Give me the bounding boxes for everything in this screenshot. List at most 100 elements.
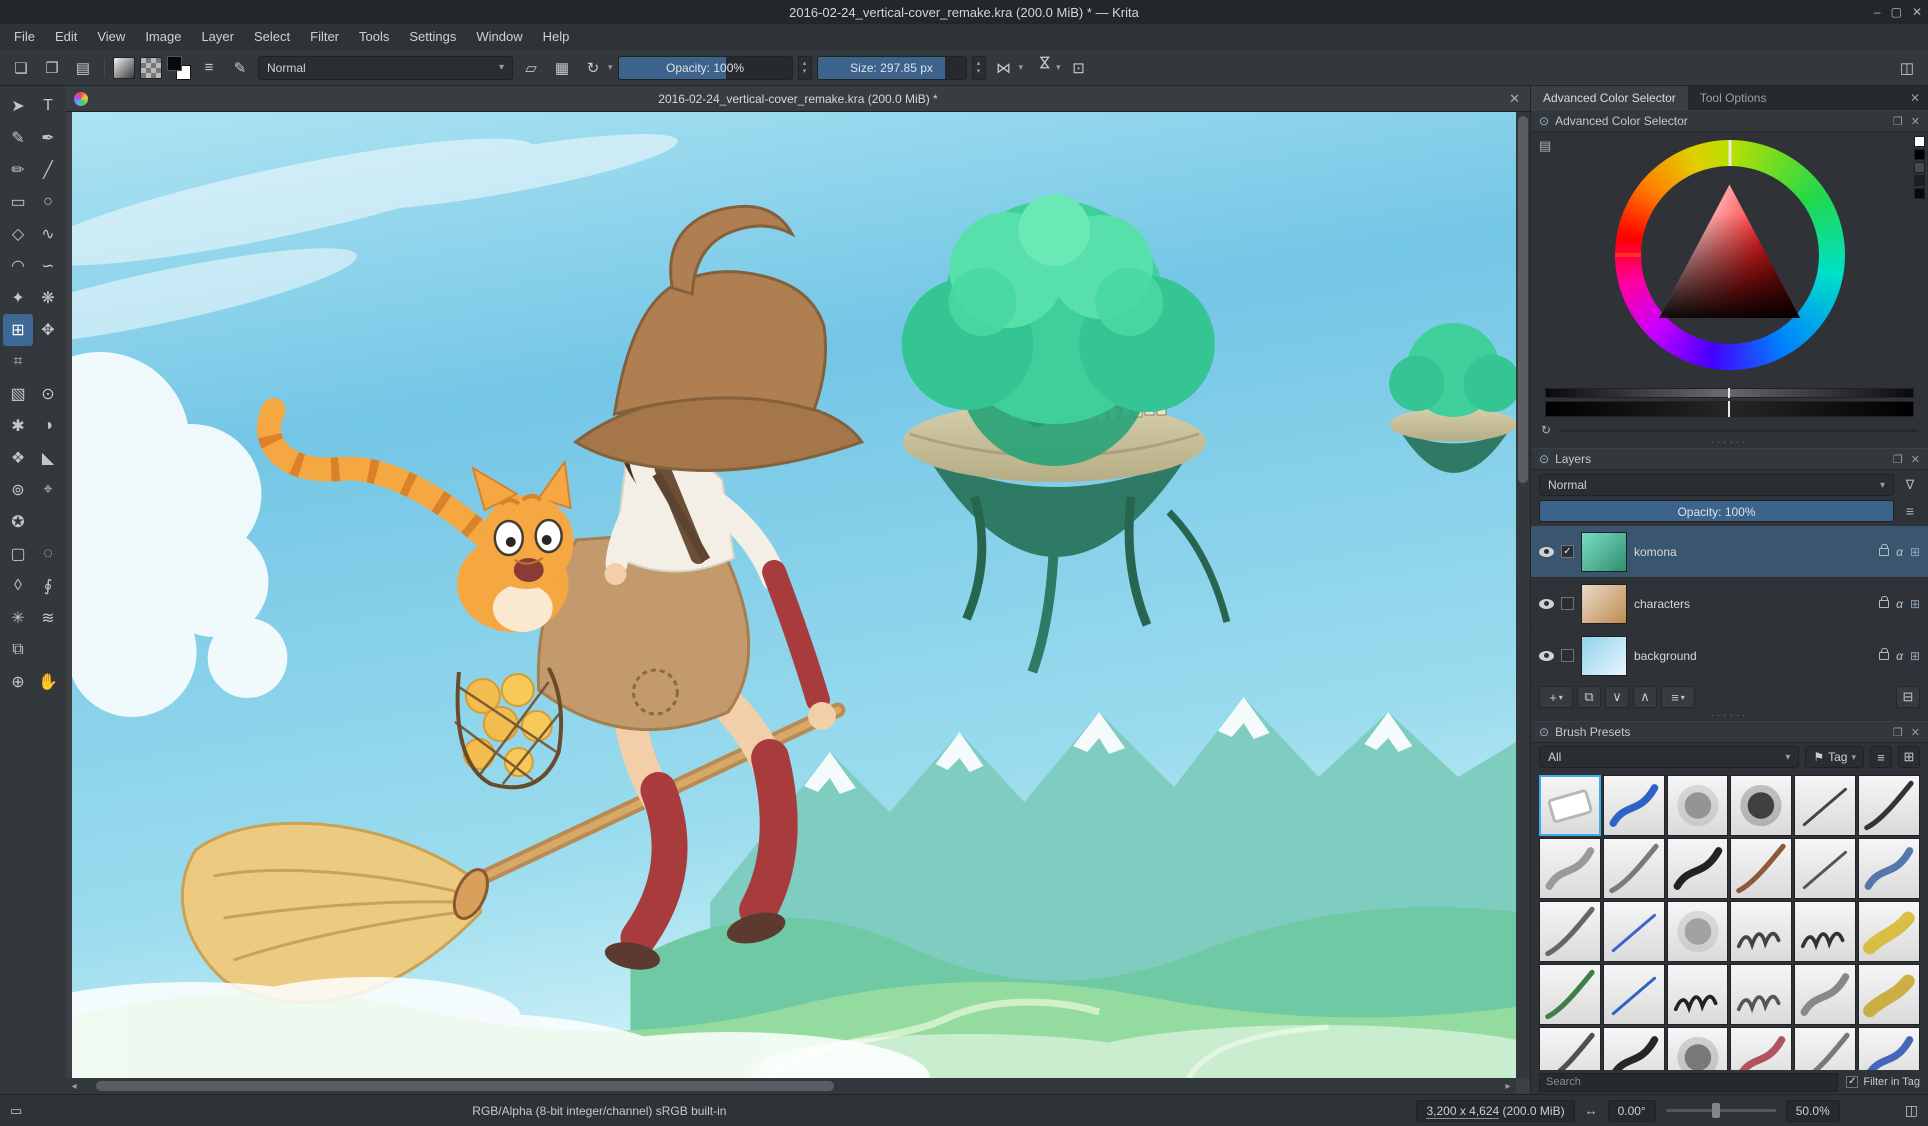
trim-to-image-button[interactable]: ⊡ <box>1066 55 1092 81</box>
bezier-curve-tool[interactable]: ◠ <box>3 250 33 282</box>
brush-preset[interactable] <box>1794 964 1856 1025</box>
shade-bar-2[interactable] <box>1545 401 1914 417</box>
gradient-tool[interactable]: ▧ <box>3 378 33 410</box>
brush-preset[interactable] <box>1603 901 1665 962</box>
tab-tool-options[interactable]: Tool Options <box>1688 86 1779 110</box>
layer-row[interactable]: charactersα⊞ <box>1531 578 1928 630</box>
eraser-toggle[interactable]: ▱ <box>518 55 544 81</box>
brush-preset[interactable] <box>1730 901 1792 962</box>
rect-select-tool[interactable]: ▢ <box>3 538 33 570</box>
layer-lock-icon[interactable] <box>1879 652 1889 660</box>
layer-thumbnail[interactable] <box>1581 636 1627 676</box>
float-docker-icon[interactable]: ❐ <box>1893 115 1903 128</box>
reference-images-tool[interactable]: ✪ <box>3 506 33 538</box>
text-tool[interactable]: T <box>33 90 63 122</box>
brush-preset[interactable] <box>1858 775 1920 836</box>
preset-search-input[interactable] <box>1539 1073 1838 1092</box>
workspace-chooser-button[interactable]: ◫ <box>1894 55 1920 81</box>
crop-tool[interactable]: ⌗ <box>3 346 33 378</box>
layer-opacity-slider[interactable]: Opacity: 100% <box>1539 500 1894 522</box>
brush-settings-toggle[interactable]: ≡ <box>196 55 222 81</box>
menu-edit[interactable]: Edit <box>45 24 87 50</box>
docker-drag-handle[interactable]: ······ <box>1531 712 1928 721</box>
menu-image[interactable]: Image <box>135 24 191 50</box>
brush-preset[interactable] <box>1794 901 1856 962</box>
horizontal-scrollbar[interactable]: ◂ ▸ <box>66 1078 1516 1094</box>
opacity-stepper[interactable]: ▴▾ <box>798 56 812 80</box>
image-dimensions-label[interactable]: 3,200 x 4,624 (200.0 MiB) <box>1416 1100 1574 1122</box>
edit-shapes-tool[interactable]: ✎ <box>3 122 33 154</box>
layer-options-icon[interactable]: ≡ <box>1900 503 1920 519</box>
tab-close-icon[interactable]: ✕ <box>1509 91 1520 107</box>
menu-window[interactable]: Window <box>466 24 532 50</box>
layer-filter-icon[interactable]: ∇ <box>1900 477 1920 493</box>
fg-bg-color-swatch[interactable] <box>167 56 191 80</box>
brush-preset[interactable] <box>1667 964 1729 1025</box>
magnetic-select-tool[interactable]: ⧉ <box>3 634 33 666</box>
preset-view-menu-icon[interactable]: ≡ <box>1870 746 1892 768</box>
filter-in-tag-checkbox[interactable]: ✓ Filter in Tag <box>1846 1076 1920 1088</box>
new-document-button[interactable]: ❏ <box>8 55 34 81</box>
menu-tools[interactable]: Tools <box>349 24 399 50</box>
delete-layer-button[interactable]: ⊟ <box>1896 686 1920 708</box>
menu-file[interactable]: File <box>4 24 45 50</box>
ellipse-tool[interactable]: ○ <box>33 186 63 218</box>
reload-preset-button[interactable]: ↻ <box>580 55 606 81</box>
dynamic-brush-tool[interactable]: ✦ <box>3 282 33 314</box>
brush-preset[interactable] <box>1603 775 1665 836</box>
color-history-swatch[interactable] <box>1914 162 1925 173</box>
brush-preset[interactable] <box>1858 838 1920 899</box>
tab-advanced-color-selector[interactable]: Advanced Color Selector <box>1531 86 1688 110</box>
select-shapes-tool[interactable]: ➤ <box>3 90 33 122</box>
fill-tool[interactable]: ◣ <box>33 442 63 474</box>
smart-patch-tool[interactable]: ❖ <box>3 442 33 474</box>
color-history-swatch[interactable] <box>1914 149 1925 160</box>
layer-blend-mode-dropdown[interactable]: Normal ▾ <box>1539 474 1894 496</box>
layer-style-icon[interactable]: ⊞ <box>1910 597 1920 611</box>
horizontal-scrollbar-thumb[interactable] <box>96 1081 833 1091</box>
pattern-edit-tool[interactable]: ✱ <box>3 410 33 442</box>
pan-tool[interactable]: ✋ <box>33 666 63 698</box>
brush-preset[interactable] <box>1858 964 1920 1025</box>
pattern-swatch[interactable] <box>140 57 162 79</box>
brush-preset[interactable] <box>1603 964 1665 1025</box>
canvas-mode-icon[interactable]: ◫ <box>1905 1102 1918 1119</box>
opacity-slider[interactable]: Opacity: 100% <box>618 56 793 80</box>
bezier-select-tool[interactable]: ≋ <box>33 602 63 634</box>
brush-preset[interactable] <box>1794 775 1856 836</box>
maximize-button[interactable]: ▢ <box>1891 5 1902 19</box>
line-tool[interactable]: ╱ <box>33 154 63 186</box>
brush-preset[interactable] <box>1730 775 1792 836</box>
zoom-tool[interactable]: ⊕ <box>3 666 33 698</box>
layer-lock-icon[interactable] <box>1879 548 1889 556</box>
minimize-button[interactable]: – <box>1874 5 1881 19</box>
save-document-button[interactable]: ▤ <box>70 55 96 81</box>
layer-visibility-icon[interactable] <box>1539 547 1554 557</box>
scroll-left-icon[interactable]: ◂ <box>66 1081 82 1092</box>
menu-help[interactable]: Help <box>533 24 580 50</box>
brush-preset[interactable] <box>1539 775 1601 836</box>
color-selector-settings-icon[interactable]: ▤ <box>1539 138 1551 154</box>
alpha-lock-icon[interactable]: α <box>1896 649 1903 663</box>
chevron-down-icon[interactable]: ▾ <box>608 62 613 73</box>
colorize-mask-tool[interactable]: ◑ <box>33 410 63 442</box>
float-docker-icon[interactable]: ❐ <box>1893 453 1903 466</box>
gradient-swatch[interactable] <box>113 57 135 79</box>
duplicate-layer-button[interactable]: ⧉ <box>1577 686 1601 708</box>
shade-bar-1[interactable] <box>1545 388 1914 398</box>
layer-style-icon[interactable]: ⊞ <box>1910 545 1920 559</box>
similar-color-select-tool[interactable]: ✳ <box>3 602 33 634</box>
layer-select-checkbox[interactable] <box>1561 649 1574 662</box>
brush-preset[interactable] <box>1730 838 1792 899</box>
zoom-slider[interactable] <box>1666 1109 1776 1112</box>
polyline-tool[interactable]: ∿ <box>33 218 63 250</box>
layer-row[interactable]: ✓komonaα⊞ <box>1531 526 1928 578</box>
layer-lock-icon[interactable] <box>1879 600 1889 608</box>
open-document-button[interactable]: ❐ <box>39 55 65 81</box>
close-docker-icon[interactable]: ✕ <box>1911 453 1920 466</box>
color-history-swatch[interactable] <box>1914 136 1925 147</box>
vertical-scrollbar[interactable] <box>1516 112 1530 1078</box>
menu-filter[interactable]: Filter <box>300 24 349 50</box>
chevron-down-icon[interactable]: ▾ <box>1056 62 1061 73</box>
layer-visibility-icon[interactable] <box>1539 599 1554 609</box>
